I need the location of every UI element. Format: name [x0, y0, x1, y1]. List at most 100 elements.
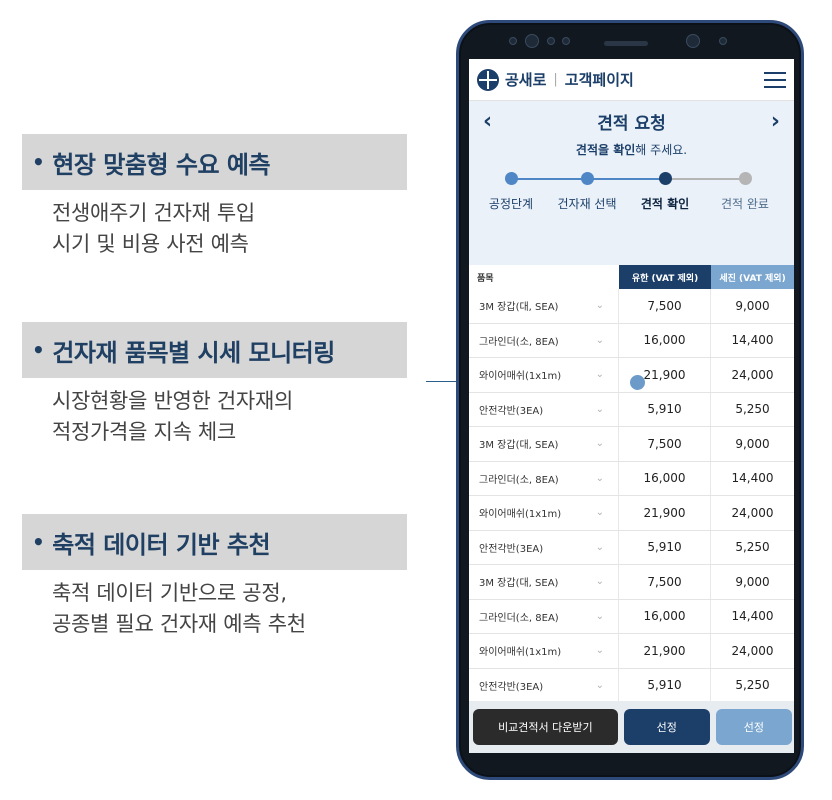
item-select[interactable]: 3M 장갑(대, SEA) ⌄: [469, 565, 619, 599]
stepper-step[interactable]: 건자재 선택: [547, 172, 627, 212]
price-vendor-a: 5,910: [619, 668, 711, 702]
prev-arrow-icon[interactable]: ‹: [483, 109, 492, 134]
step-label: 건자재 선택: [557, 197, 617, 211]
feature-desc-line: 공종별 필요 건자재 예측 추천: [52, 612, 306, 636]
table-row: 3M 장갑(대, SEA) ⌄ 7,500 9,000: [469, 427, 794, 462]
item-select[interactable]: 안전각반(3EA) ⌄: [469, 392, 619, 426]
step-dot-icon: [504, 172, 518, 185]
item-select[interactable]: 와이어매쉬(1x1m) ⌄: [469, 496, 619, 530]
item-name: 3M 장갑(대, SEA): [479, 302, 559, 314]
chevron-down-icon: ⌄: [595, 334, 604, 346]
phone-mockup: 공새로 | 고객페이지 ‹ 견적 요청 › 견적을 확인해 주세요. 공정단계 건…: [456, 20, 804, 780]
item-select[interactable]: 와이어매쉬(1x1m) ⌄: [469, 358, 619, 392]
step-dot-icon: [580, 172, 594, 185]
price-vendor-b: 24,000: [731, 367, 774, 382]
item-name: 와이어매쉬(1x1m): [479, 647, 562, 659]
step-label: 견적 완료: [721, 197, 769, 211]
phone-screen: 공새로 | 고객페이지 ‹ 견적 요청 › 견적을 확인해 주세요. 공정단계 건…: [469, 59, 794, 753]
stepper-step[interactable]: 공정단계: [471, 172, 551, 212]
item-name: 와이어매쉬(1x1m): [479, 509, 562, 521]
price-vendor-a: 7,500: [619, 565, 711, 599]
chevron-down-icon: ⌄: [595, 472, 604, 484]
chevron-down-icon: ⌄: [595, 438, 604, 450]
price-vendor-a: 16,000: [619, 323, 711, 357]
item-select[interactable]: 그라인더(소, 8EA) ⌄: [469, 323, 619, 357]
table-row: 안전각반(3EA) ⌄ 5,910 5,250: [469, 392, 794, 427]
price-vendor-b: 5,250: [735, 540, 770, 555]
action-footer: 비교견적서 다운받기 선정 선정: [469, 701, 794, 753]
item-select[interactable]: 안전각반(3EA) ⌄: [469, 530, 619, 564]
select-vendor-b-button[interactable]: 선정: [715, 709, 792, 745]
price-vendor-b: 24,000: [731, 643, 774, 658]
sensor-icon: [509, 37, 517, 45]
hamburger-menu-icon[interactable]: [764, 71, 786, 88]
item-select[interactable]: 그라인더(소, 8EA) ⌄: [469, 461, 619, 495]
progress-stepper: 공정단계 건자재 선택 견적 확인 견적 완료: [469, 168, 794, 238]
app-header: 공새로 | 고객페이지: [469, 59, 794, 101]
feature-title: • 건자재 품목별 시세 모니터링: [22, 322, 407, 378]
chevron-down-icon: ⌄: [595, 300, 604, 312]
next-arrow-icon[interactable]: ›: [771, 109, 780, 134]
sensor-icon: [547, 37, 555, 45]
table-row: 안전각반(3EA) ⌄ 5,910 5,250: [469, 530, 794, 565]
col-header-vendor-a[interactable]: 유한 (VAT 제외): [619, 265, 711, 289]
instruction-rest: 해 주세요.: [635, 143, 688, 157]
table-row: 3M 장갑(대, SEA) ⌄ 7,500 9,000: [469, 289, 794, 324]
item-name: 안전각반(3EA): [479, 543, 544, 555]
price-vendor-a: 16,000: [619, 599, 711, 633]
price-vendor-a: 16,000: [619, 461, 711, 495]
stepper-step[interactable]: 견적 확인: [625, 172, 705, 212]
phone-bottom-bezel: [469, 755, 794, 771]
price-vendor-a: 21,900: [619, 496, 711, 530]
feature-desc-line: 축적 데이터 기반으로 공정,: [52, 581, 287, 605]
item-select[interactable]: 그라인더(소, 8EA) ⌄: [469, 599, 619, 633]
price-vendor-a: 5,910: [619, 392, 711, 426]
stepper-step[interactable]: 견적 완료: [705, 172, 785, 212]
instruction-text: 견적을 확인해 주세요.: [469, 141, 794, 158]
col-header-vendor-b[interactable]: 세진 (VAT 제외): [711, 265, 794, 289]
portal-name: 고객페이지: [564, 71, 634, 89]
quote-table-body: 3M 장갑(대, SEA) ⌄ 7,500 9,000 그라인더(소, 8EA) ⌄ 16,…: [469, 289, 794, 738]
chevron-down-icon: ⌄: [595, 645, 604, 657]
feature-desc-line: 시장현황을 반영한 건자재의: [52, 389, 293, 413]
price-vendor-a: 5,910: [619, 530, 711, 564]
feature-description: 전생애주기 건자재 투입 시기 및 비용 사전 예측: [52, 198, 407, 260]
price-vendor-b: 9,000: [735, 436, 770, 451]
feature-data-recommendation: • 축적 데이터 기반 추천 축적 데이터 기반으로 공정, 공종별 필요 건자…: [22, 514, 407, 640]
chevron-down-icon: ⌄: [595, 610, 604, 622]
phone-top-bezel: [459, 23, 801, 59]
sensor-icon: [562, 37, 570, 45]
table-header: 품목 유한 (VAT 제외) 세진 (VAT 제외): [469, 265, 794, 289]
col-header-item: 품목: [477, 273, 494, 284]
select-vendor-a-button[interactable]: 선정: [623, 709, 710, 745]
item-select[interactable]: 3M 장갑(대, SEA) ⌄: [469, 289, 619, 323]
item-select[interactable]: 안전각반(3EA) ⌄: [469, 668, 619, 702]
price-vendor-b: 9,000: [735, 574, 770, 589]
feature-desc-line: 전생애주기 건자재 투입: [52, 201, 255, 225]
sensor-icon: [719, 37, 727, 45]
chevron-down-icon: ⌄: [595, 679, 604, 691]
feature-title: • 축적 데이터 기반 추천: [22, 514, 407, 570]
price-vendor-b: 24,000: [731, 505, 774, 520]
price-vendor-a: 7,500: [619, 427, 711, 461]
instruction-bold: 견적을 확인: [575, 143, 636, 157]
brand-name[interactable]: 공새로: [505, 69, 546, 90]
feature-desc-line: 시기 및 비용 사전 예측: [52, 232, 249, 256]
chevron-down-icon: ⌄: [595, 541, 604, 553]
price-vendor-b: 14,400: [731, 333, 774, 348]
feature-title-text: 건자재 품목별 시세 모니터링: [52, 338, 335, 367]
camera-icon: [525, 34, 539, 48]
table-row: 그라인더(소, 8EA) ⌄ 16,000 14,400: [469, 323, 794, 358]
item-select[interactable]: 3M 장갑(대, SEA) ⌄: [469, 427, 619, 461]
header-divider: |: [553, 72, 558, 87]
item-name: 3M 장갑(대, SEA): [479, 578, 559, 590]
table-row: 안전각반(3EA) ⌄ 5,910 5,250: [469, 668, 794, 703]
front-camera-icon: [686, 34, 700, 48]
feature-demand-forecast: • 현장 맞춤형 수요 예측 전생애주기 건자재 투입 시기 및 비용 사전 예…: [22, 134, 407, 260]
download-comparison-button[interactable]: 비교견적서 다운받기: [473, 709, 618, 745]
bullet-icon: •: [32, 530, 45, 554]
step-label: 공정단계: [488, 197, 534, 211]
item-select[interactable]: 와이어매쉬(1x1m) ⌄: [469, 634, 619, 668]
title-nav: ‹ 견적 요청 ›: [469, 101, 794, 141]
chevron-down-icon: ⌄: [595, 369, 604, 381]
